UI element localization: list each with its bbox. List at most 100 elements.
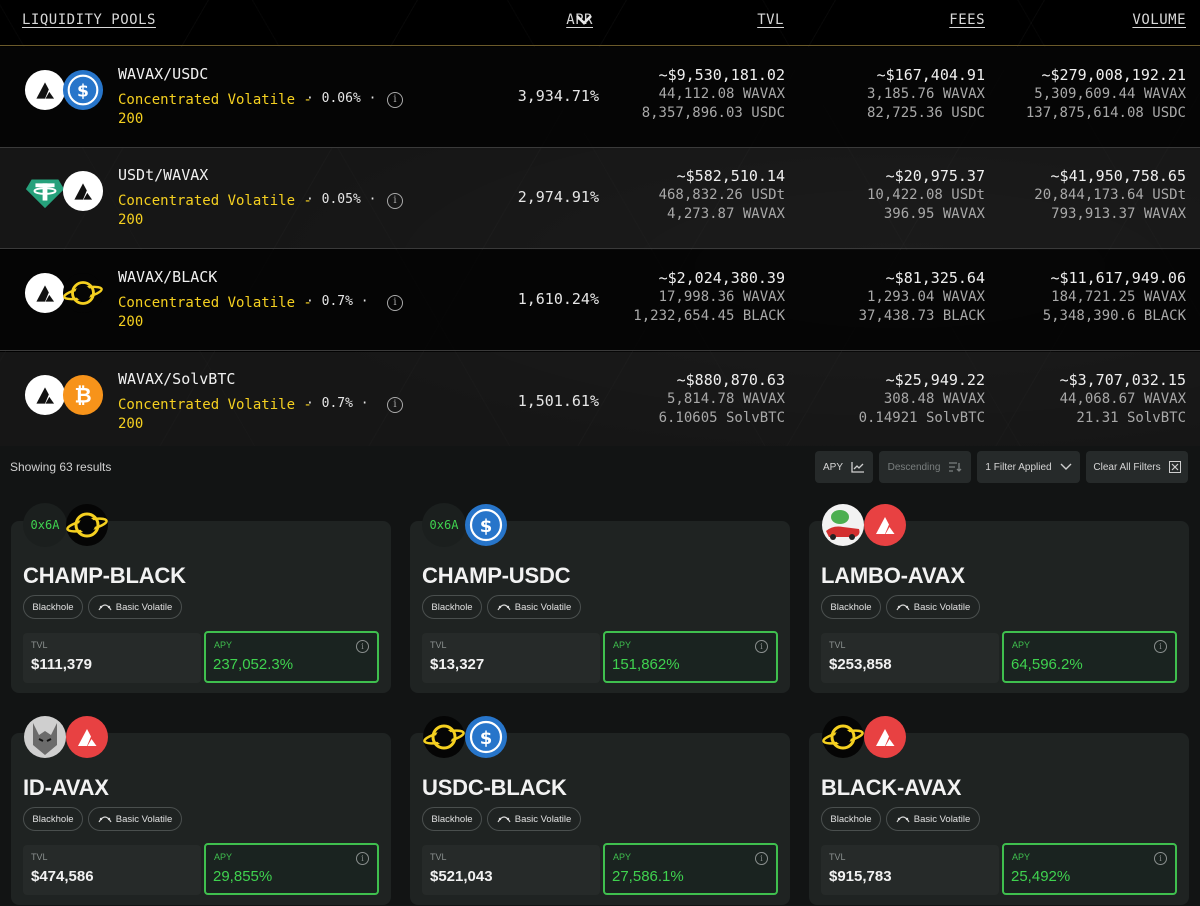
tvl-box: TVL $111,379 [23,633,201,683]
info-icon[interactable]: i [387,92,403,108]
header-liquidity-pools[interactable]: LIQUIDITY POOLS [22,12,156,28]
tvl-label: TVL [31,852,48,862]
wolf-icon [23,715,67,759]
volume-usd: ~$279,008,192.21 [1041,66,1187,84]
pool-volume: ~$11,617,949.06 184,721.25 WAVAX 5,348,3… [1043,268,1186,326]
blackhole-icon [821,715,865,759]
fees-token-a: 308.48 WAVAX [883,391,985,407]
pool-type: Concentrated Volatile - 200 [118,193,312,228]
fees-token-a: 1,293.04 WAVAX [866,289,985,305]
tvl-token-b: 8,357,896.03 USDC [641,105,785,121]
volume-token-b: 793,913.37 WAVAX [1051,206,1186,222]
avax-icon [863,715,907,759]
usdc-icon [464,503,508,547]
pool-fee: · 0.7% · [306,396,369,411]
table-row[interactable]: WAVAX/USDC Concentrated Volatile - 200 ·… [0,47,1200,148]
fees-token-a: 3,185.76 WAVAX [866,86,985,102]
volume-usd: ~$11,617,949.06 [1050,269,1186,287]
blackhole-icon [62,272,104,314]
avax-icon [65,715,109,759]
pool-card-title: BLACK-AVAX [821,775,962,800]
fees-usd: ~$20,975.37 [885,167,985,185]
chevron-down-icon[interactable] [574,12,594,28]
pool-type-tag: Basic Volatile [487,807,581,831]
sort-direction-button[interactable]: Descending [879,451,971,483]
pool-tvl: ~$9,530,181.02 44,112.08 WAVAX 8,357,896… [642,65,785,123]
pool-type-label: Basic Volatile [514,601,572,613]
avax-icon [62,170,104,212]
table-row[interactable]: WAVAX/SolvBTC Concentrated Volatile - 20… [0,352,1200,446]
apy-box: APY i 25,492% [1002,843,1177,895]
volume-token-b: 21.31 SolvBTC [1076,410,1186,426]
champ-icon: 0x6A [422,503,466,547]
pool-apr: 3,934.71% [517,87,599,105]
apy-label: APY [214,852,233,862]
tvl-value: $111,379 [31,656,92,673]
tvl-value: $253,858 [829,656,892,673]
apy-box: APY i 237,052.3% [204,631,379,683]
pool-volume: ~$279,008,192.21 5,309,609.44 WAVAX 137,… [1026,65,1186,123]
usdc-icon [62,69,104,111]
pool-card[interactable]: LAMBO-AVAX Blackhole Basic Volatile TVL … [809,521,1189,693]
info-icon[interactable]: i [387,397,403,413]
filters-label: 1 Filter Applied [985,461,1052,473]
pool-type-tag: Basic Volatile [886,595,980,619]
pool-fees: ~$20,975.37 10,422.08 USDt 396.95 WAVAX [867,166,985,224]
pool-apr: 1,501.61% [517,392,599,410]
dex-tag: Blackhole [422,807,482,831]
tvl-label: TVL [430,852,447,862]
pool-card[interactable]: ID-AVAX Blackhole Basic Volatile TVL $47… [11,733,391,905]
apy-label: APY [214,640,233,650]
info-icon[interactable]: i [755,852,768,865]
pool-type: Concentrated Volatile - 200 [118,397,312,432]
dex-tag: Blackhole [821,807,881,831]
apy-box: APY i 29,855% [204,843,379,895]
info-icon[interactable]: i [356,640,369,653]
curve-icon [497,816,511,823]
pool-fee: · 0.06% · [306,91,377,106]
info-icon[interactable]: i [356,852,369,865]
tvl-token-b: 6.10605 SolvBTC [658,410,785,426]
table-row[interactable]: WAVAX/BLACK Concentrated Volatile - 200 … [0,250,1200,351]
pool-card[interactable]: USDC-BLACK Blackhole Basic Volatile TVL … [410,733,790,905]
volume-token-a: 44,068.67 WAVAX [1059,391,1186,407]
header-tvl[interactable]: TVL [757,12,784,28]
volume-token-a: 5,309,609.44 WAVAX [1034,86,1186,102]
usdt-icon [24,170,66,212]
blackhole-icon [65,503,109,547]
clear-filters-button[interactable]: Clear All Filters [1086,451,1188,483]
tvl-token-b: 1,232,654.45 BLACK [633,308,785,324]
info-icon[interactable]: i [1154,852,1167,865]
info-icon[interactable]: i [387,193,403,209]
header-volume[interactable]: VOLUME [1132,12,1186,28]
pool-card-title: LAMBO-AVAX [821,563,965,588]
filters-button[interactable]: 1 Filter Applied [977,451,1080,483]
pool-name: WAVAX/USDC [118,65,209,83]
apy-label: APY [1012,852,1031,862]
pool-card[interactable]: BLACK-AVAX Blackhole Basic Volatile TVL … [809,733,1189,905]
pool-tvl: ~$2,024,380.39 17,998.36 WAVAX 1,232,654… [633,268,785,326]
sort-descending-icon [949,462,962,472]
table-row[interactable]: USDt/WAVAX Concentrated Volatile - 200 ·… [0,148,1200,249]
tvl-value: $915,783 [829,868,892,885]
pool-type-tag: Basic Volatile [88,595,182,619]
apy-value: 237,052.3% [213,656,294,673]
clear-filters-label: Clear All Filters [1093,461,1161,473]
pool-cards-section: Showing 63 results APY Descending 1 Filt… [0,446,1200,906]
apy-value: 25,492% [1011,868,1071,885]
apy-value: 29,855% [213,868,273,885]
pool-card[interactable]: 0x6A CHAMP-BLACK Blackhole Basic Volatil… [11,503,391,693]
info-icon[interactable]: i [755,640,768,653]
pool-fees: ~$81,325.64 1,293.04 WAVAX 37,438.73 BLA… [859,268,985,326]
pool-type-tag: Basic Volatile [886,807,980,831]
tvl-value: $474,586 [31,868,94,885]
volume-token-a: 184,721.25 WAVAX [1051,289,1186,305]
sort-key-button[interactable]: APY [815,451,873,483]
info-icon[interactable]: i [1154,640,1167,653]
pool-card[interactable]: 0x6A CHAMP-USDC Blackhole Basic Volatile… [410,503,790,693]
tvl-token-a: 44,112.08 WAVAX [658,86,785,102]
header-fees[interactable]: FEES [949,12,985,28]
curve-icon [497,604,511,611]
volume-token-b: 137,875,614.08 USDC [1025,105,1186,121]
info-icon[interactable]: i [387,295,403,311]
